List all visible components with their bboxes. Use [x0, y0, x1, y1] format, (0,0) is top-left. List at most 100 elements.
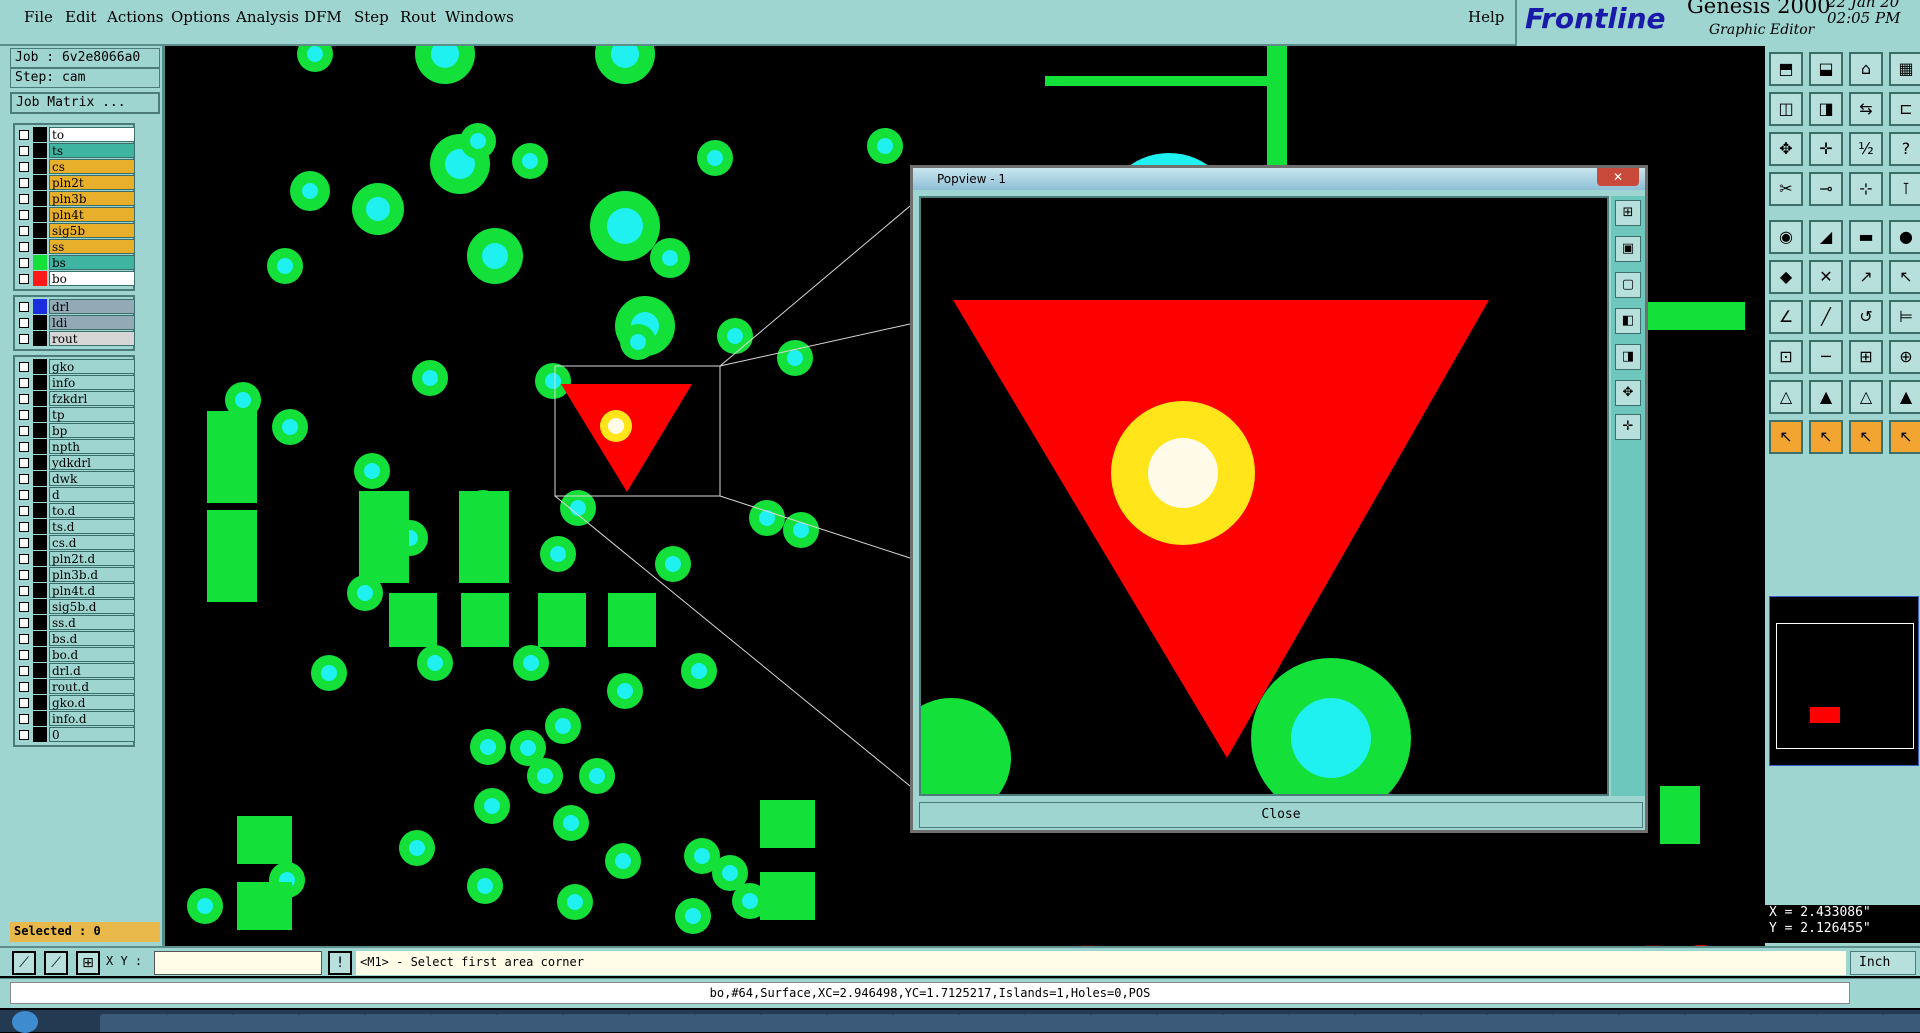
layer-color-swatch[interactable] [33, 407, 47, 422]
layer-color-swatch[interactable] [33, 143, 47, 158]
layer-color-swatch[interactable] [33, 299, 47, 314]
layer-color-swatch[interactable] [33, 727, 47, 742]
layer-name[interactable]: info [49, 375, 135, 390]
center-icon[interactable]: ✛ [1615, 414, 1641, 440]
layer-checkbox[interactable] [19, 226, 29, 236]
layer-row-sig5b-d[interactable]: sig5b.d [15, 599, 135, 615]
layer-row-info-d[interactable]: info.d [15, 711, 135, 727]
layer-row-bs[interactable]: bs [15, 255, 135, 271]
layer-color-swatch[interactable] [33, 359, 47, 374]
layer-name[interactable]: sig5b [49, 223, 135, 238]
layer-color-swatch[interactable] [33, 439, 47, 454]
layer-row-gko-d[interactable]: gko.d [15, 695, 135, 711]
popview-close-button[interactable]: Close [919, 802, 1643, 828]
tool-button-0-1-icon[interactable]: ⬓ [1809, 52, 1843, 86]
menu-help[interactable]: Help [1468, 8, 1504, 26]
layer-row-bs-d[interactable]: bs.d [15, 631, 135, 647]
layer-color-swatch[interactable] [33, 223, 47, 238]
layer-color-swatch[interactable] [33, 663, 47, 678]
popview-canvas[interactable] [919, 196, 1609, 796]
layer-color-swatch[interactable] [33, 599, 47, 614]
pan-right-icon[interactable]: ◨ [1615, 344, 1641, 370]
layer-name[interactable]: info.d [49, 711, 135, 726]
layer-name[interactable]: to [49, 127, 135, 142]
layer-name[interactable]: cs [49, 159, 135, 174]
tool-button-4-0-icon[interactable]: ◉ [1769, 220, 1803, 254]
tool-button-7-2-icon[interactable]: ⊞ [1849, 340, 1883, 374]
layer-checkbox[interactable] [19, 194, 29, 204]
layer-name[interactable]: pln4t.d [49, 583, 135, 598]
tool-button-2-2-icon[interactable]: ½ [1849, 132, 1883, 166]
tool-button-3-0-icon[interactable]: ✂ [1769, 172, 1803, 206]
snap-icon[interactable]: ⟋ [12, 951, 36, 975]
taskbar-item[interactable] [1222, 1014, 1290, 1032]
layer-name[interactable]: pln2t.d [49, 551, 135, 566]
menu-rout[interactable]: Rout [400, 8, 436, 26]
layer-checkbox[interactable] [19, 178, 29, 188]
zoom-home-icon[interactable]: ⊞ [1615, 200, 1641, 226]
layer-color-swatch[interactable] [33, 615, 47, 630]
layer-name[interactable]: bs.d [49, 631, 135, 646]
layer-color-swatch[interactable] [33, 315, 47, 330]
layer-row-pln4t[interactable]: pln4t [15, 207, 135, 223]
taskbar-item[interactable] [1486, 1014, 1554, 1032]
layer-name[interactable]: pln3b [49, 191, 135, 206]
layer-color-swatch[interactable] [33, 375, 47, 390]
taskbar-item[interactable] [958, 1014, 1026, 1032]
layer-checkbox[interactable] [19, 258, 29, 268]
layer-checkbox[interactable] [19, 410, 29, 420]
close-icon[interactable]: ✕ [1597, 168, 1639, 186]
tool-button-3-2-icon[interactable]: ⊹ [1849, 172, 1883, 206]
layer-checkbox[interactable] [19, 378, 29, 388]
tool-button-4-3-icon[interactable]: ● [1889, 220, 1920, 254]
layer-row-bp[interactable]: bp [15, 423, 135, 439]
layer-checkbox[interactable] [19, 318, 29, 328]
layer-name[interactable]: ss [49, 239, 135, 254]
tool-button-8-3-icon[interactable]: ▲ [1889, 380, 1920, 414]
taskbar-item[interactable] [1024, 1014, 1092, 1032]
layer-name[interactable]: sig5b.d [49, 599, 135, 614]
tool-button-1-1-icon[interactable]: ◨ [1809, 92, 1843, 126]
layer-color-swatch[interactable] [33, 207, 47, 222]
layer-checkbox[interactable] [19, 650, 29, 660]
tool-button-9-1-icon[interactable]: ↖ [1809, 420, 1843, 454]
layer-checkbox[interactable] [19, 474, 29, 484]
layer-name[interactable]: drl [49, 299, 135, 314]
tool-button-5-1-icon[interactable]: ✕ [1809, 260, 1843, 294]
taskbar-item[interactable] [1288, 1014, 1356, 1032]
layer-checkbox[interactable] [19, 274, 29, 284]
layer-row-ss-d[interactable]: ss.d [15, 615, 135, 631]
layer-row-dwk[interactable]: dwk [15, 471, 135, 487]
tool-button-5-2-icon[interactable]: ↗ [1849, 260, 1883, 294]
layer-name[interactable]: npth [49, 439, 135, 454]
layer-row-ldi[interactable]: ldi [15, 315, 135, 331]
layer-row-bo-d[interactable]: bo.d [15, 647, 135, 663]
tool-button-6-2-icon[interactable]: ↺ [1849, 300, 1883, 334]
layer-color-swatch[interactable] [33, 695, 47, 710]
layer-color-swatch[interactable] [33, 535, 47, 550]
layer-name[interactable]: tp [49, 407, 135, 422]
layer-name[interactable]: bs [49, 255, 135, 270]
taskbar-item[interactable] [1750, 1014, 1818, 1032]
layer-color-swatch[interactable] [33, 331, 47, 346]
layer-checkbox[interactable] [19, 698, 29, 708]
fit-icon[interactable]: ✥ [1615, 380, 1641, 406]
tool-button-6-1-icon[interactable]: ╱ [1809, 300, 1843, 334]
layer-color-swatch[interactable] [33, 271, 47, 286]
layer-name[interactable]: rout.d [49, 679, 135, 694]
layer-row-pln2t-d[interactable]: pln2t.d [15, 551, 135, 567]
minimap[interactable] [1769, 596, 1919, 766]
layer-row-npth[interactable]: npth [15, 439, 135, 455]
layer-row-gko[interactable]: gko [15, 359, 135, 375]
tool-button-0-0-icon[interactable]: ⬒ [1769, 52, 1803, 86]
layer-color-swatch[interactable] [33, 583, 47, 598]
layer-row-ts[interactable]: ts [15, 143, 135, 159]
start-icon[interactable] [12, 1011, 38, 1033]
layer-row-to[interactable]: to [15, 127, 135, 143]
layer-checkbox[interactable] [19, 490, 29, 500]
layer-checkbox[interactable] [19, 666, 29, 676]
tool-button-5-0-icon[interactable]: ◆ [1769, 260, 1803, 294]
tool-button-6-0-icon[interactable]: ∠ [1769, 300, 1803, 334]
layer-checkbox[interactable] [19, 682, 29, 692]
menu-analysis[interactable]: Analysis [236, 8, 299, 26]
